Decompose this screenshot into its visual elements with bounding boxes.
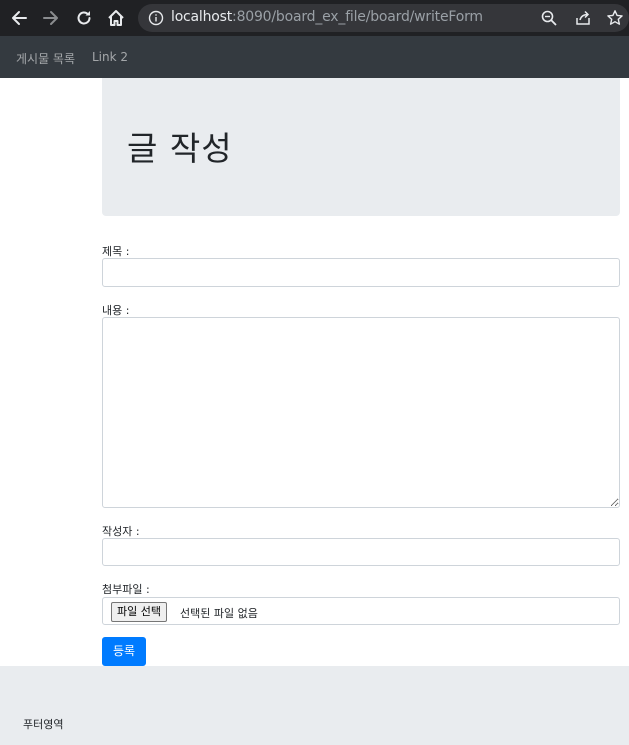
browser-toolbar: localhost:8090/board_ex_file/board/write… — [0, 0, 629, 36]
file-status-text: 선택된 파일 없음 — [180, 607, 258, 620]
file-input[interactable]: 파일 선택 선택된 파일 없음 — [102, 597, 620, 625]
star-icon[interactable] — [606, 9, 624, 27]
nav-link-2[interactable]: Link 2 — [92, 50, 128, 64]
reload-icon[interactable] — [71, 5, 97, 31]
choose-file-button[interactable]: 파일 선택 — [111, 602, 167, 622]
title-input[interactable] — [102, 258, 620, 287]
writer-input[interactable] — [102, 538, 620, 566]
footer: 푸터영역 — [0, 666, 629, 745]
title-label: 제목 : — [102, 245, 130, 258]
content-label: 내용 : — [102, 304, 130, 317]
page-title: 글 작성 — [127, 129, 233, 168]
home-icon[interactable] — [103, 5, 129, 31]
footer-text: 푸터영역 — [23, 718, 64, 731]
url-text[interactable]: localhost:8090/board_ex_file/board/write… — [171, 9, 483, 25]
file-label: 첨부파일 : — [102, 583, 150, 596]
share-icon[interactable] — [574, 9, 592, 27]
info-icon[interactable] — [148, 10, 164, 26]
submit-button[interactable]: 등록 — [102, 637, 146, 666]
address-bar[interactable]: localhost:8090/board_ex_file/board/write… — [138, 4, 629, 32]
nav-link-board-list[interactable]: 게시물 목록 — [16, 50, 75, 67]
jumbotron: 글 작성 — [102, 78, 620, 216]
forward-arrow-icon[interactable] — [38, 5, 64, 31]
writer-label: 작성자 : — [102, 525, 140, 538]
content-textarea[interactable] — [102, 317, 620, 508]
zoom-icon[interactable] — [540, 9, 558, 27]
back-arrow-icon[interactable] — [6, 5, 32, 31]
navbar: 게시물 목록 Link 2 — [0, 36, 629, 78]
